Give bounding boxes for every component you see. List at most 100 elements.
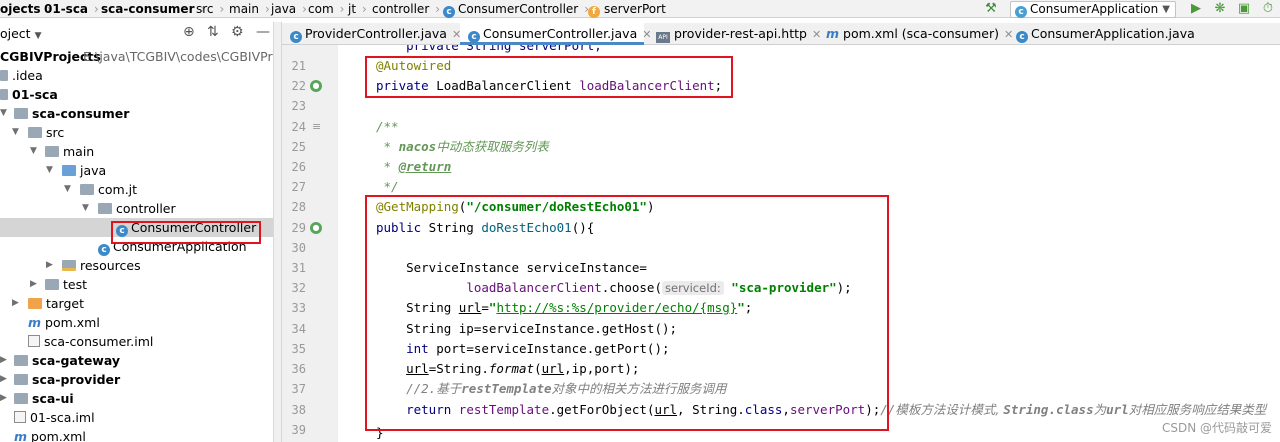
tree-item-target[interactable]: ▶ target	[0, 294, 273, 313]
excluded-folder-icon	[28, 298, 42, 309]
line-number: 35	[291, 342, 306, 356]
java-class-icon: c	[1016, 31, 1028, 43]
breadcrumb-label: ojects	[0, 2, 41, 16]
code-token: private String serverPort;	[376, 45, 602, 53]
module-icon	[14, 374, 28, 385]
settings-icon[interactable]: ⚙	[231, 24, 244, 40]
chevron-right-icon[interactable]: ▶	[0, 389, 10, 408]
code-line: */	[376, 177, 399, 197]
chevron-down-icon[interactable]: ▼	[0, 104, 10, 123]
breadcrumb-item[interactable]: java ›	[271, 1, 307, 17]
tree-item-sca-ui[interactable]: ▶ sca-ui	[0, 389, 273, 408]
breadcrumb-item[interactable]: main ›	[229, 1, 270, 17]
breadcrumb-item[interactable]: controller ›	[372, 1, 440, 17]
project-panel-header: oject ▼ ⊕ ⇅ ⚙ —	[0, 24, 273, 42]
code-line: /**	[376, 117, 399, 137]
chevron-right-icon[interactable]: ▶	[12, 294, 22, 313]
highlight-box	[365, 195, 889, 431]
java-class-icon: c	[290, 31, 302, 43]
breadcrumb-label: controller	[372, 2, 430, 16]
breadcrumb-item[interactable]: f serverPort	[588, 1, 666, 18]
line-number: 27	[291, 180, 306, 194]
tree-item-main[interactable]: ▼ main	[0, 142, 273, 161]
run-icon[interactable]: ▶	[1188, 1, 1204, 17]
tree-item-01-sca-iml[interactable]: 01-sca.iml	[0, 408, 273, 427]
endpoint-navigation-icon[interactable]: ●	[310, 222, 322, 234]
watermark: CSDN @代码敲可爱	[1161, 421, 1272, 435]
code-token: 为	[1093, 402, 1107, 417]
tree-item-src[interactable]: ▼ src	[0, 123, 273, 142]
hammer-icon[interactable]: ⚒	[982, 1, 1000, 17]
breadcrumb-item[interactable]: 01-sca ›	[44, 1, 99, 17]
breadcrumb-item[interactable]: jt ›	[348, 1, 367, 17]
line-number: 37	[291, 382, 306, 396]
tree-item-idea[interactable]: .idea	[0, 66, 273, 85]
project-view-selector[interactable]: oject ▼	[0, 26, 42, 41]
tree-item-java[interactable]: ▼ java	[0, 161, 273, 180]
tab-pom-xml[interactable]: m pom.xml (sca-consumer) ✕	[818, 23, 1013, 45]
tree-item-label: sca-consumer.iml	[44, 334, 154, 349]
chevron-down-icon[interactable]: ▼	[30, 142, 40, 161]
class-icon: c	[443, 6, 455, 18]
tab-consumer-application[interactable]: c ConsumerApplication.java	[1008, 23, 1195, 45]
tree-item-sca-consumer[interactable]: ▼ sca-consumer	[0, 104, 273, 123]
chevron-right-icon[interactable]: ▶	[30, 275, 40, 294]
chevron-down-icon[interactable]: ▼	[46, 161, 56, 180]
hide-icon[interactable]: —	[256, 24, 270, 40]
tree-item-root[interactable]: CGBIVProjects E:\java\TCGBIV\codes\CGBIVP…	[0, 47, 273, 66]
tree-item-label: pom.xml	[45, 315, 100, 330]
chevron-right-icon[interactable]: ▶	[0, 351, 10, 370]
tree-item-label: resources	[80, 258, 141, 273]
tree-item-sca-consumer-iml[interactable]: sca-consumer.iml	[0, 332, 273, 351]
code-editor[interactable]: private String serverPort; @Autowired pr…	[338, 45, 1280, 442]
line-number: 22	[291, 79, 306, 93]
tree-item-label: controller	[116, 201, 176, 216]
tree-item-sca-provider[interactable]: ▶ sca-provider	[0, 370, 273, 389]
coverage-icon[interactable]: ▣	[1236, 1, 1252, 17]
folder-icon	[45, 146, 59, 157]
breadcrumb-item[interactable]: sca-consumer ›	[101, 1, 205, 17]
module-icon	[14, 393, 28, 404]
breadcrumb-item[interactable]: c ConsumerController ›	[443, 1, 589, 18]
tree-item-sca-gateway[interactable]: ▶ sca-gateway	[0, 351, 273, 370]
chevron-down-icon[interactable]: ▼	[64, 180, 74, 199]
debug-icon[interactable]: ❋	[1212, 1, 1228, 17]
tab-provider-controller[interactable]: c ProviderController.java ✕	[282, 23, 461, 45]
tree-item-root-pom-xml[interactable]: m pom.xml	[0, 427, 273, 442]
tree-item-01-sca[interactable]: 01-sca	[0, 85, 273, 104]
profile-icon[interactable]: ⏱	[1260, 1, 1276, 17]
chevron-down-icon: ▼	[34, 31, 42, 41]
tree-item-resources[interactable]: ▶ resources	[0, 256, 273, 275]
chevron-down-icon[interactable]: ▼	[12, 123, 22, 142]
tree-item-com-jt[interactable]: ▼ com.jt	[0, 180, 273, 199]
chevron-right-icon[interactable]: ▶	[0, 370, 10, 389]
breadcrumb-item[interactable]: com ›	[308, 1, 344, 17]
module-icon	[14, 355, 28, 366]
resources-folder-icon	[62, 260, 76, 271]
code-token: *	[376, 159, 399, 174]
doc-comment-icon[interactable]: ≡	[312, 117, 321, 137]
locate-icon[interactable]: ⊕	[183, 24, 195, 40]
tree-item-test[interactable]: ▶ test	[0, 275, 273, 294]
code-token: /**	[376, 119, 399, 134]
folder-icon	[0, 70, 8, 81]
tab-consumer-controller[interactable]: c ConsumerController.java ✕	[460, 23, 651, 45]
tab-provider-rest-api[interactable]: API provider-rest-api.http ✕	[648, 23, 821, 45]
tab-label: ConsumerController.java	[483, 26, 638, 41]
chevron-right-icon[interactable]: ▶	[46, 256, 56, 275]
tree-item-controller[interactable]: ▼ controller	[0, 199, 273, 218]
line-number: 33	[291, 301, 306, 315]
chevron-down-icon[interactable]: ▼	[82, 199, 92, 218]
navigation-bar: ojects › 01-sca › sca-consumer › src › main ›…	[0, 0, 1280, 18]
panel-splitter[interactable]	[273, 22, 282, 442]
code-token: */	[376, 179, 399, 194]
collapse-icon[interactable]: ⇅	[207, 24, 219, 40]
code-token: *	[376, 139, 399, 154]
breadcrumb-label: main	[229, 2, 259, 16]
tree-item-pom-xml[interactable]: m pom.xml	[0, 313, 273, 332]
folder-icon	[28, 127, 42, 138]
bean-navigation-icon[interactable]: ●	[310, 80, 322, 92]
breadcrumb-item[interactable]: src ›	[196, 1, 224, 17]
run-configuration-select[interactable]: c ConsumerApplication ▼	[1010, 1, 1176, 18]
api-file-icon: API	[656, 32, 670, 43]
